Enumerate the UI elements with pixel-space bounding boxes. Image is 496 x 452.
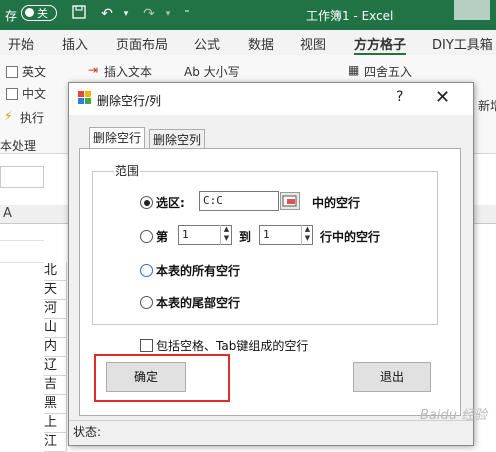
tab-delete-empty-columns[interactable]: 删除空列 [149,129,206,149]
include-blank-checkbox[interactable] [140,339,153,352]
tab-fangfang[interactable]: 方方格子 [354,34,406,53]
chinese-checkbox[interactable] [6,88,18,100]
spin-up-icon: ▲ [304,225,311,233]
toggle-knob [25,8,34,17]
radio-row-range[interactable] [140,230,153,243]
radio-trailing-empty-rows[interactable] [140,296,153,309]
cell[interactable]: 山 [44,319,67,338]
close-button[interactable]: ✕ [435,87,450,108]
new-button[interactable]: 新增 [478,97,496,114]
autosave-toggle[interactable]: 关 [21,5,57,21]
cell[interactable]: 江 [44,433,67,452]
customize-toolbar-icon[interactable]: ⁼ [178,5,196,23]
tab-diy-toolbox[interactable]: DIY工具箱 [432,34,493,53]
tab-insert[interactable]: 插入 [62,34,88,53]
insert-text-icon: ⇥ [88,63,99,77]
exit-button[interactable]: 退出 [353,362,431,392]
range-group-label: 范围 [114,162,141,179]
cell[interactable]: 内 [44,338,67,357]
spin-down-icon: ▼ [304,234,311,242]
rounding-button[interactable]: 四舍五入 [364,63,412,80]
all-empty-rows-label: 本表的所有空行 [156,264,241,278]
user-account[interactable] [454,0,490,20]
save-icon[interactable] [70,5,88,23]
cell[interactable]: 北 [44,262,67,281]
tab-home[interactable]: 开始 [8,34,34,53]
english-checkbox[interactable] [6,66,18,78]
cell[interactable]: 黑 [44,395,67,414]
excel-title-bar: 存 关 ↶ ▾ ↷ ▾ ⁼ 工作簿1 - Excel [0,0,496,30]
undo-icon[interactable]: ↶ [98,5,116,23]
radio-all-empty-rows[interactable] [140,264,153,277]
text-processing-group-label: 本处理 [0,139,37,153]
execute-icon: ⚡ [4,109,13,123]
tab-formulas[interactable]: 公式 [194,34,220,53]
trailing-empty-rows-label: 本表的尾部空行 [156,296,241,310]
row-to-spinner[interactable]: ▲ ▼ [301,225,313,245]
row-divider [0,262,44,263]
column-a-header[interactable]: A [3,206,12,221]
radio-selection[interactable] [140,196,153,209]
case-button[interactable]: Ab 大小写 [184,63,240,80]
tab-view[interactable]: 视图 [300,34,326,53]
redo-icon[interactable]: ↷ [140,5,158,23]
row-from-value: 1 [182,228,189,241]
row-divider [0,240,44,241]
row-prefix-label: 第 [156,230,169,244]
selection-suffix: 中的空行 [312,196,361,210]
row-to-value: 1 [263,228,270,241]
selection-input[interactable]: C:C [199,191,279,211]
range-picker-icon [282,195,297,207]
tab-data[interactable]: 数据 [248,34,274,53]
help-button[interactable]: ? [396,89,403,105]
watermark: Baidu 经验 [420,408,488,423]
tab-page-layout[interactable]: 页面布局 [116,34,168,53]
cell[interactable]: 辽 [44,357,67,376]
rounding-icon: ▦ [348,63,360,77]
delete-empty-rows-dialog: 删除空行/列 ? ✕ 删除空行 删除空列 范围 选区: C:C 中的空行 第 1… [68,82,474,446]
spin-down-icon: ▼ [223,234,230,242]
cell[interactable]: 吉 [44,376,67,395]
ok-button-highlight [94,354,230,402]
cell[interactable]: 天 [44,281,67,300]
spin-up-icon: ▲ [223,225,230,233]
autosave-label: 存 [5,9,18,23]
window-title: 工作簿1 - Excel [306,9,394,23]
dialog-title: 删除空行/列 [97,94,162,108]
insert-text-button[interactable]: 插入文本 [104,63,152,80]
name-box[interactable] [0,166,44,188]
ribbon-tabs: 开始 插入 页面布局 公式 数据 视图 方方格子 DIY工具箱 [0,30,496,55]
english-label: 英文 [22,65,47,79]
status-label: 状态: [73,425,102,439]
chinese-label: 中文 [22,87,47,101]
redo-dropdown-icon[interactable]: ▾ [159,5,177,23]
row-from-spinner[interactable]: ▲ ▼ [220,225,232,245]
include-blank-label: 包括空格、Tab键组成的空行 [156,339,309,353]
autosave-state: 关 [37,7,48,20]
row-to-label: 到 [239,230,252,244]
selection-label: 选区: [156,196,185,210]
status-divider [69,420,473,421]
execute-button[interactable]: 执行 [20,109,44,126]
row-range-suffix: 行中的空行 [320,230,381,244]
cell[interactable]: 上 [44,414,67,433]
app-icon [78,91,91,104]
tab-delete-empty-rows[interactable]: 删除空行 [89,127,146,149]
undo-dropdown-icon[interactable]: ▾ [117,5,135,23]
cell[interactable]: 河 [44,300,67,319]
range-picker-button[interactable] [280,192,300,210]
dialog-title-bar[interactable]: 删除空行/列 ? ✕ [69,83,473,115]
